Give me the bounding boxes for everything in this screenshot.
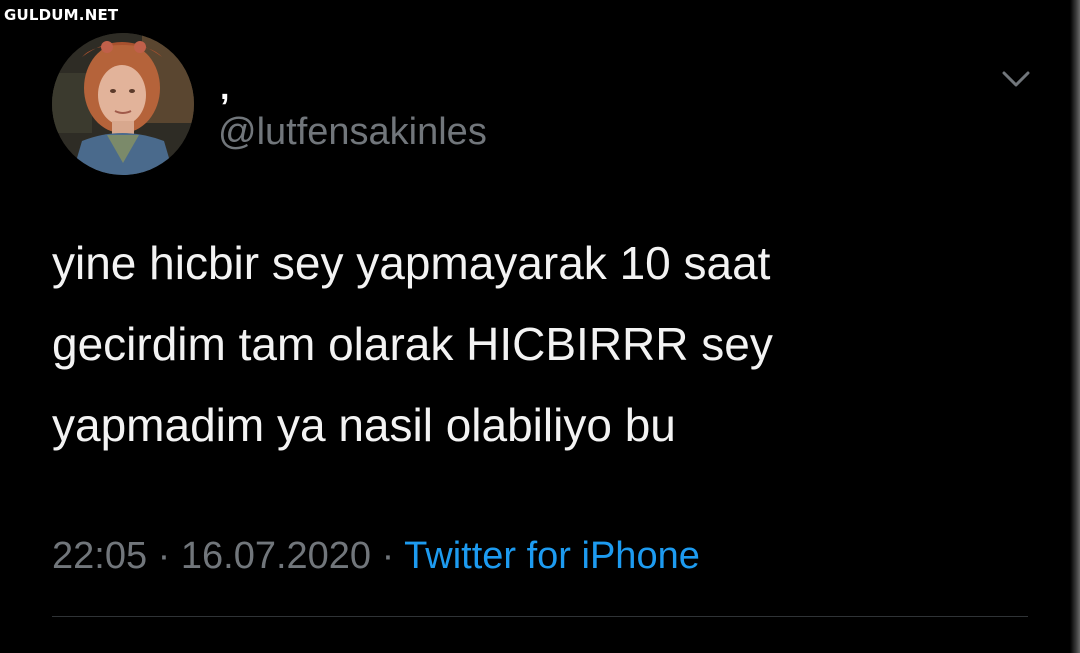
tweet-text-line: yapmadim ya nasil olabiliyo bu <box>52 399 676 451</box>
tweet-text-line: yine hicbir sey yapmayarak 10 saat <box>52 237 771 289</box>
tweet-text: yine hicbir sey yapmayarak 10 saat gecir… <box>52 223 982 466</box>
profile-photo-icon <box>52 33 194 175</box>
tweet-card: , @lutfensakinles yine hicbir sey yapmay… <box>52 33 1030 633</box>
meta-separator: · <box>157 535 171 577</box>
avatar[interactable] <box>52 33 194 175</box>
tweet-time[interactable]: 22:05 <box>52 535 147 577</box>
tweet-text-line: gecirdim tam olarak HICBIRRR sey <box>52 318 773 370</box>
display-name[interactable]: , <box>220 71 229 105</box>
user-handle[interactable]: @lutfensakinles <box>218 109 487 155</box>
screen-edge <box>1070 0 1080 653</box>
chevron-down-icon <box>1002 71 1030 87</box>
more-options-button[interactable] <box>992 63 1040 95</box>
watermark-logo: GULDUM.NET <box>4 6 119 24</box>
tweet-source-link[interactable]: Twitter for iPhone <box>404 535 700 577</box>
tweet-meta: 22:05 · 16.07.2020 · Twitter for iPhone <box>52 533 700 579</box>
tweet-date[interactable]: 16.07.2020 <box>181 535 371 577</box>
divider <box>52 616 1028 617</box>
meta-separator: · <box>381 535 395 577</box>
